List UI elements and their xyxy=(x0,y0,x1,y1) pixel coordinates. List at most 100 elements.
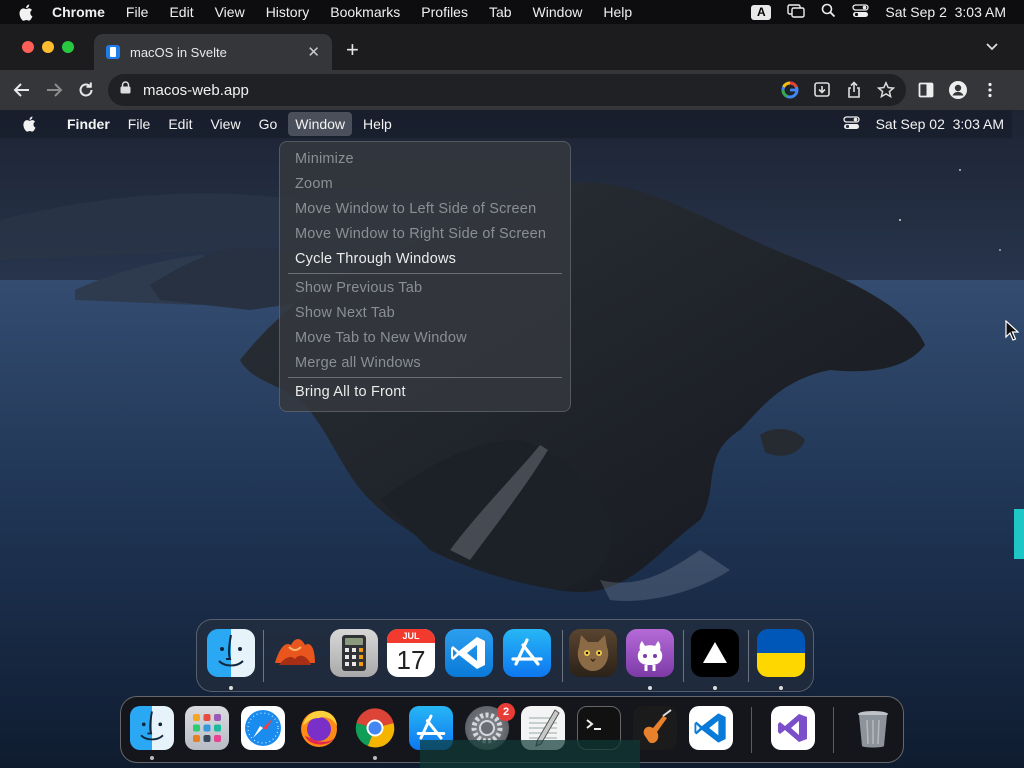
inner-control-center-icon[interactable] xyxy=(842,115,860,133)
wallpapers-app-icon[interactable] xyxy=(271,629,319,677)
visual-studio-icon[interactable] xyxy=(771,706,815,750)
chrome-window: macOS in Svelte ✕ + macos-web.app Finder… xyxy=(0,24,1024,768)
inner-dock: JUL 17 xyxy=(196,619,814,692)
menu-separator xyxy=(288,273,562,274)
host-menu-app[interactable]: Chrome xyxy=(52,4,105,20)
inner-menu-window[interactable]: Window xyxy=(288,112,353,136)
menu-item-move-right[interactable]: Move Window to Right Side of Screen xyxy=(286,222,564,247)
dock-separator xyxy=(748,630,749,682)
forward-arrow-icon[interactable] xyxy=(44,80,64,100)
menu-item-minimize[interactable]: Minimize xyxy=(286,147,564,172)
inner-clock[interactable]: Sat Sep 02 3:03 AM xyxy=(876,116,1004,132)
tab-strip: macOS in Svelte ✕ + xyxy=(0,24,1024,70)
minimize-window-button[interactable] xyxy=(42,41,54,53)
inner-menu-help[interactable]: Help xyxy=(356,112,399,136)
firefox-icon[interactable] xyxy=(297,706,341,750)
app-store-app-icon[interactable] xyxy=(503,629,551,677)
calendar-app-icon[interactable]: JUL 17 xyxy=(387,629,435,677)
mouse-cursor-icon xyxy=(1005,319,1020,347)
host-finder-running-indicator xyxy=(150,756,154,760)
finder-app-icon[interactable] xyxy=(207,629,255,677)
bookmark-star-icon[interactable] xyxy=(876,80,896,100)
apple-logo-icon[interactable] xyxy=(18,4,36,21)
side-panel-icon[interactable] xyxy=(916,80,936,100)
vercel-app-icon[interactable] xyxy=(691,629,739,677)
control-center-icon[interactable] xyxy=(852,3,870,21)
inner-menu-view[interactable]: View xyxy=(203,112,247,136)
inner-menu-go[interactable]: Go xyxy=(252,112,285,136)
site-favicon-icon xyxy=(106,45,120,59)
host-menu-file[interactable]: File xyxy=(126,4,149,20)
host-vscode-icon[interactable] xyxy=(689,706,733,750)
web-page: Finder File Edit View Go Window Help Sat… xyxy=(0,110,1024,768)
finder-running-indicator xyxy=(229,686,233,690)
tab-search-chevron-down-icon[interactable] xyxy=(984,38,1000,54)
menu-item-zoom[interactable]: Zoom xyxy=(286,172,564,197)
purrple-cat-app-icon[interactable] xyxy=(569,629,617,677)
right-edge-accent xyxy=(1014,509,1024,559)
inner-menu-edit[interactable]: Edit xyxy=(161,112,199,136)
vscode-app-icon[interactable] xyxy=(445,629,493,677)
menu-item-move-tab-new-window[interactable]: Move Tab to New Window xyxy=(286,326,564,351)
calculator-app-icon[interactable] xyxy=(330,629,378,677)
back-arrow-icon[interactable] xyxy=(12,80,32,100)
menu-item-show-next-tab[interactable]: Show Next Tab xyxy=(286,301,564,326)
google-lens-icon[interactable] xyxy=(780,80,800,100)
screen-mirroring-icon[interactable] xyxy=(787,3,806,21)
calendar-month: JUL xyxy=(387,629,435,643)
host-menu-edit[interactable]: Edit xyxy=(169,4,193,20)
settings-notification-badge: 2 xyxy=(497,703,515,721)
share-icon[interactable] xyxy=(844,80,864,100)
inner-apple-logo-icon[interactable] xyxy=(22,116,38,132)
host-menu-help[interactable]: Help xyxy=(603,4,632,20)
dock-separator xyxy=(833,707,834,753)
more-menu-icon[interactable] xyxy=(980,80,1000,100)
host-menu-view[interactable]: View xyxy=(215,4,245,20)
dock-separator xyxy=(751,707,752,753)
reload-icon[interactable] xyxy=(76,80,96,100)
host-menu-bookmarks[interactable]: Bookmarks xyxy=(330,4,400,20)
new-tab-button[interactable]: + xyxy=(346,37,359,63)
tab-macos-in-svelte[interactable]: macOS in Svelte ✕ xyxy=(94,34,332,70)
host-clock[interactable]: Sat Sep 2 3:03 AM xyxy=(885,4,1006,20)
ukraine-running-indicator xyxy=(779,686,783,690)
spotlight-search-icon[interactable] xyxy=(821,3,836,21)
ukraine-flag-app-icon[interactable] xyxy=(757,629,805,677)
menu-item-move-left[interactable]: Move Window to Left Side of Screen xyxy=(286,197,564,222)
host-menu-profiles[interactable]: Profiles xyxy=(421,4,468,20)
menu-item-cycle-windows[interactable]: Cycle Through Windows xyxy=(286,247,564,272)
safari-icon[interactable] xyxy=(241,706,285,750)
dock-separator xyxy=(263,630,264,682)
github-app-icon[interactable] xyxy=(626,629,674,677)
menu-separator xyxy=(288,377,562,378)
browser-toolbar: macos-web.app xyxy=(0,70,1024,110)
tab-title: macOS in Svelte xyxy=(130,44,227,60)
host-menu-history[interactable]: History xyxy=(266,4,310,20)
menu-item-show-previous-tab[interactable]: Show Previous Tab xyxy=(286,276,564,301)
profile-avatar-icon[interactable] xyxy=(948,80,968,100)
host-status-area: A Sat Sep 2 3:03 AM xyxy=(751,0,1006,24)
host-menu-tab[interactable]: Tab xyxy=(489,4,512,20)
trash-icon[interactable] xyxy=(851,706,895,750)
github-running-indicator xyxy=(648,686,652,690)
inner-status-area: Sat Sep 02 3:03 AM xyxy=(842,110,1004,138)
url-text[interactable]: macos-web.app xyxy=(143,82,249,99)
inner-menubar: Finder File Edit View Go Window Help Sat… xyxy=(0,110,1012,138)
install-app-icon[interactable] xyxy=(812,80,832,100)
launchpad-icon[interactable] xyxy=(185,706,229,750)
tab-close-icon[interactable]: ✕ xyxy=(307,43,320,61)
inner-menu-file[interactable]: File xyxy=(121,112,158,136)
chrome-icon[interactable] xyxy=(353,706,397,750)
menu-item-merge-all-windows[interactable]: Merge all Windows xyxy=(286,351,564,376)
input-source-indicator[interactable]: A xyxy=(751,4,772,20)
inner-menu-finder[interactable]: Finder xyxy=(60,112,117,136)
lock-icon[interactable] xyxy=(120,81,131,99)
zoom-window-button[interactable] xyxy=(62,41,74,53)
calendar-day: 17 xyxy=(396,645,426,675)
host-menubar: Chrome File Edit View History Bookmarks … xyxy=(0,0,1024,24)
host-finder-icon[interactable] xyxy=(130,706,174,750)
host-menu-window[interactable]: Window xyxy=(533,4,583,20)
menu-item-bring-all-to-front[interactable]: Bring All to Front xyxy=(286,380,564,405)
close-window-button[interactable] xyxy=(22,41,34,53)
dock-separator xyxy=(683,630,684,682)
